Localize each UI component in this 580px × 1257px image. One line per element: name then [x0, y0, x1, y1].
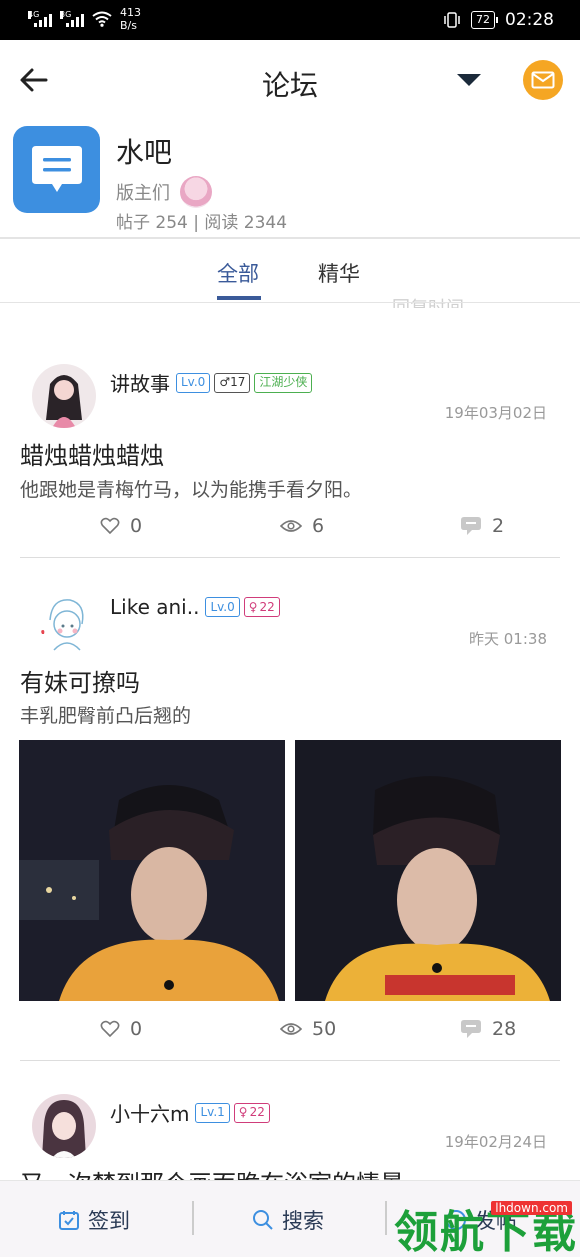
level-badge: Lv.1 [195, 1102, 230, 1123]
view-count: 6 [312, 515, 325, 537]
calendar-check-icon [59, 1211, 79, 1230]
comment-icon [461, 1020, 481, 1038]
sort-selector[interactable]: 回复时间 [392, 294, 464, 308]
divider [0, 302, 580, 303]
caret-down-icon[interactable] [457, 74, 481, 86]
forum-name: 水吧 [116, 136, 173, 169]
post-date: 昨天 01:38 [469, 630, 547, 648]
vibrate-icon [444, 12, 460, 28]
signal-3g-icon: 3G [60, 11, 84, 27]
level-badge: Lv.0 [176, 372, 211, 393]
status-bar: 4G 3G 413 B/s 72 02:28 [0, 0, 580, 40]
clock: 02:28 [505, 10, 554, 30]
female-icon: ♀ [248, 599, 258, 614]
like-count: 0 [130, 1018, 143, 1040]
view-count: 50 [312, 1018, 337, 1040]
battery-indicator: 72 [471, 11, 498, 29]
author-name[interactable]: 讲故事 [110, 368, 170, 397]
like-button[interactable]: 0 [100, 1018, 142, 1040]
like-count: 0 [130, 515, 143, 537]
post-date: 19年03月02日 [444, 404, 547, 422]
comment-button[interactable]: 2 [460, 515, 504, 537]
divider [385, 1201, 387, 1235]
tab-bar: 全部 精华 [0, 240, 580, 302]
level-badge: Lv.0 [205, 597, 240, 617]
signal-4g-icon: 4G [28, 11, 52, 27]
avatar[interactable] [32, 364, 96, 428]
moderator-avatar[interactable] [180, 176, 212, 208]
forum-icon [13, 126, 100, 213]
comment-button[interactable]: 28 [460, 1018, 516, 1040]
post-image[interactable] [19, 740, 285, 1001]
female-icon: ♀ [238, 1105, 248, 1119]
post-date: 19年02月24日 [444, 1133, 547, 1151]
mail-button[interactable] [523, 60, 563, 100]
checkin-label: 签到 [88, 1209, 130, 1233]
divider [0, 237, 580, 239]
moderators: 版主们 [116, 176, 212, 208]
eye-icon [280, 520, 302, 532]
app-header: 论坛 [0, 40, 580, 120]
search-button[interactable]: 搜索 [252, 1205, 324, 1235]
heart-icon [100, 1020, 120, 1038]
avatar[interactable] [32, 590, 96, 654]
author-name[interactable]: 小十六m [110, 1098, 189, 1127]
active-tab-indicator [217, 296, 261, 300]
forum-stats: 帖子 254 | 阅读 2344 [116, 213, 288, 233]
comment-icon [461, 517, 481, 535]
tab-all[interactable]: 全部 [217, 258, 259, 288]
search-label: 搜索 [282, 1209, 324, 1233]
gender-age-badge: ♀ 22 [233, 1102, 270, 1123]
post-excerpt: 丰乳肥臀前凸后翘的 [20, 705, 192, 727]
divider [20, 557, 560, 558]
eye-icon [280, 1023, 302, 1035]
title-badge: 江湖少侠 [254, 372, 313, 393]
network-speed: 413 B/s [120, 6, 141, 32]
like-button[interactable]: 0 [100, 515, 142, 537]
watermark-url: lhdown.com [491, 1201, 572, 1215]
checkin-button[interactable]: 签到 [58, 1205, 130, 1235]
gender-age-badge: ♀ 22 [243, 597, 280, 617]
tab-featured[interactable]: 精华 [318, 258, 360, 288]
search-icon [253, 1210, 273, 1230]
heart-icon [100, 517, 120, 535]
post-excerpt: 他跟她是青梅竹马，以为能携手看夕阳。 [20, 479, 363, 501]
post-title[interactable]: 蜡烛蜡烛蜡烛 [20, 436, 164, 471]
page-title: 论坛 [261, 69, 318, 102]
moderators-label: 版主们 [116, 183, 170, 204]
view-count-display: 50 [280, 1018, 336, 1040]
wifi-icon [92, 11, 112, 27]
comment-count: 28 [492, 1018, 517, 1040]
comment-count: 2 [492, 515, 505, 537]
divider [192, 1201, 194, 1235]
view-count-display: 6 [280, 515, 324, 537]
chat-bubble-icon [31, 145, 82, 192]
envelope-icon [531, 71, 555, 89]
post-title[interactable]: 有妹可撩吗 [20, 663, 140, 698]
post-image[interactable] [295, 740, 561, 1001]
divider [20, 1060, 560, 1061]
gender-age-badge: ♂17 [214, 372, 251, 393]
avatar[interactable] [32, 1094, 96, 1158]
author-name[interactable]: Like ani.. [110, 595, 199, 619]
